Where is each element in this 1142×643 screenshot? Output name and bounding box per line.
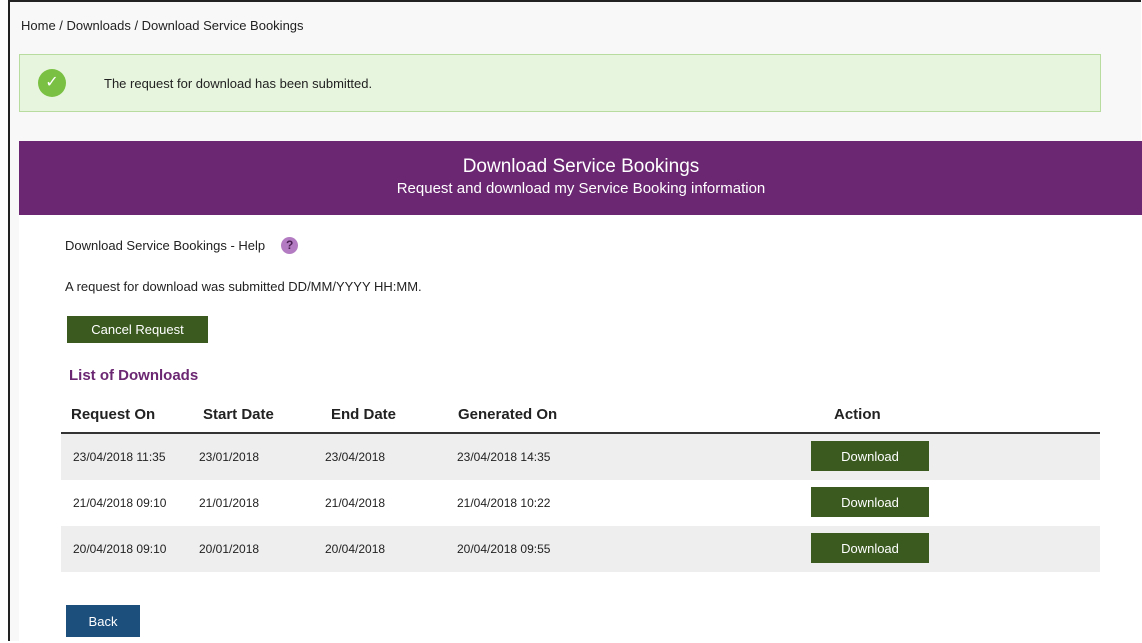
header-action: Action — [834, 406, 881, 423]
table-row: 23/04/2018 11:35 23/01/2018 23/04/2018 2… — [61, 434, 1100, 480]
cell-start-date: 21/01/2018 — [199, 496, 260, 510]
cell-end-date: 23/04/2018 — [325, 450, 386, 464]
back-button[interactable]: Back — [66, 605, 140, 637]
cell-start-date: 20/01/2018 — [199, 542, 260, 556]
header-generated-on: Generated On — [458, 406, 558, 423]
help-icon[interactable]: ? — [281, 237, 299, 254]
cell-request-on: 21/04/2018 09:10 — [73, 496, 167, 510]
header-start-date: Start Date — [203, 406, 274, 423]
main-content: Download Service Bookings - Help ? A req… — [19, 215, 1142, 643]
help-label: Download Service Bookings - Help — [65, 238, 266, 253]
page-banner: Download Service Bookings Request and do… — [19, 141, 1142, 215]
cell-start-date: 23/01/2018 — [199, 450, 260, 464]
header-end-date: End Date — [331, 406, 397, 423]
page-title: Download Service Bookings — [462, 156, 700, 177]
download-button[interactable]: Download — [811, 441, 929, 471]
success-alert: ✓ The request for download has been subm… — [19, 54, 1101, 112]
table-header: Request On Start Date End Date Generated… — [61, 398, 1100, 434]
cell-request-on: 23/04/2018 11:35 — [73, 450, 166, 464]
alert-message: The request for download has been submit… — [104, 76, 373, 91]
header-request-on: Request On — [71, 406, 156, 423]
submitted-text: A request for download was submitted DD/… — [65, 279, 422, 294]
check-circle-icon: ✓ — [38, 69, 66, 97]
help-row: Download Service Bookings - Help ? — [65, 237, 299, 254]
cell-generated-on: 21/04/2018 10:22 — [457, 496, 551, 510]
table-row: 21/04/2018 09:10 21/01/2018 21/04/2018 2… — [61, 480, 1100, 526]
page-frame: Home / Downloads / Download Service Book… — [8, 0, 1142, 643]
table-row: 20/04/2018 09:10 20/01/2018 20/04/2018 2… — [61, 526, 1100, 572]
download-button[interactable]: Download — [811, 533, 929, 563]
cell-generated-on: 23/04/2018 14:35 — [457, 450, 551, 464]
page-subtitle: Request and download my Service Booking … — [396, 180, 766, 197]
cell-request-on: 20/04/2018 09:10 — [73, 542, 167, 556]
cancel-request-button[interactable]: Cancel Request — [67, 316, 208, 343]
cell-end-date: 20/04/2018 — [325, 542, 386, 556]
list-title: List of Downloads — [69, 367, 199, 384]
cell-end-date: 21/04/2018 — [325, 496, 386, 510]
cell-generated-on: 20/04/2018 09:55 — [457, 542, 551, 556]
download-button[interactable]: Download — [811, 487, 929, 517]
breadcrumb: Home / Downloads / Download Service Book… — [21, 18, 304, 33]
downloads-table: Request On Start Date End Date Generated… — [61, 398, 1100, 572]
